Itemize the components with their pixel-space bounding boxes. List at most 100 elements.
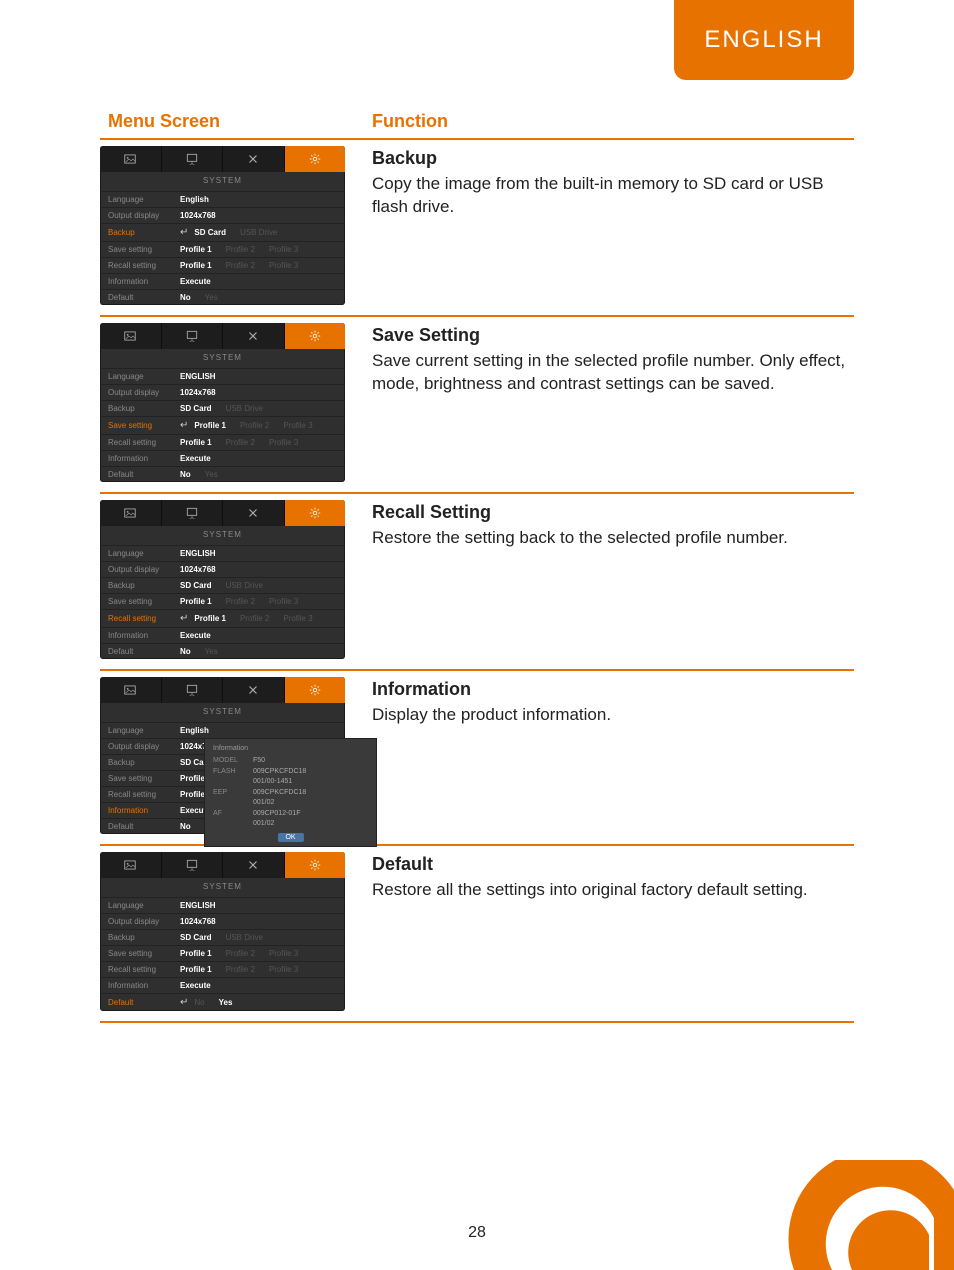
osd-lbl: Information [108, 806, 180, 815]
info-val: 009CP012-01F [253, 809, 300, 820]
osd-val: 1024x768 [180, 211, 216, 220]
col-header-menu: Menu Screen [100, 105, 364, 139]
osd-val: Profile 3 [269, 245, 298, 254]
osd-val: 1024x768 [180, 565, 216, 574]
osd-val: No [180, 647, 191, 656]
enter-arrow-icon: ↵ [180, 997, 188, 1008]
language-tab: ENGLISH [674, 0, 854, 80]
osd-tab-present [162, 146, 224, 172]
osd-lbl: Recall setting [108, 965, 180, 974]
tools-icon [246, 329, 260, 343]
osd-lbl: Language [108, 901, 180, 910]
info-val: F50 [253, 756, 265, 767]
osd-val: ENGLISH [180, 372, 216, 381]
osd-val: Profile 2 [226, 949, 255, 958]
osd-val: Profile 2 [226, 245, 255, 254]
function-title: Default [372, 854, 850, 875]
osd-val: Profile 2 [226, 597, 255, 606]
info-ok-button[interactable]: OK [277, 833, 303, 842]
osd-lbl: Language [108, 195, 180, 204]
osd-val: ENGLISH [180, 549, 216, 558]
osd-val: Profile 3 [269, 597, 298, 606]
osd-val: 1024x768 [180, 917, 216, 926]
osd-val: Profile 3 [283, 421, 312, 430]
osd-menu-save: SYSTEM LanguageENGLISH Output display102… [100, 323, 345, 482]
function-title: Save Setting [372, 325, 850, 346]
osd-val: English [180, 726, 209, 735]
osd-lbl: Information [108, 631, 180, 640]
osd-val: SD Card [180, 581, 212, 590]
osd-tab-tools [223, 323, 285, 349]
table-row: SYSTEM LanguageENGLISH Output display102… [100, 316, 854, 493]
info-key: AF [213, 809, 247, 820]
osd-val: No [180, 293, 191, 302]
enter-arrow-icon: ↵ [180, 227, 188, 238]
osd-val: Yes [205, 293, 218, 302]
osd-title: SYSTEM [100, 349, 345, 368]
osd-lbl: Language [108, 726, 180, 735]
osd-val: No [194, 998, 204, 1007]
osd-lbl: Default [108, 293, 180, 302]
osd-val: Profile 2 [240, 421, 269, 430]
gear-icon [308, 858, 322, 872]
info-val: 009CPKCFDC18 [253, 767, 306, 778]
gear-icon [308, 329, 322, 343]
osd-val: SD Card [180, 404, 212, 413]
osd-val: Execute [180, 277, 211, 286]
info-key: FLASH [213, 767, 247, 778]
osd-lbl: Default [108, 998, 180, 1007]
osd-val: SD Card [180, 933, 212, 942]
osd-tab-tools [223, 146, 285, 172]
osd-val: English [180, 195, 209, 204]
table-row: SYSTEM LanguageENGLISH Output display102… [100, 493, 854, 670]
osd-lbl: Output display [108, 388, 180, 397]
osd-menu-default: SYSTEM LanguageENGLISH Output display102… [100, 852, 345, 1011]
osd-lbl: Information [108, 454, 180, 463]
osd-lbl: Save setting [108, 421, 180, 430]
tools-icon [246, 683, 260, 697]
osd-lbl: Save setting [108, 597, 180, 606]
osd-val: Profile 3 [269, 261, 298, 270]
image-icon [123, 152, 137, 166]
tools-icon [246, 506, 260, 520]
osd-val: Profile 1 [180, 597, 212, 606]
function-desc: Display the product information. [372, 704, 850, 727]
osd-lbl: Recall setting [108, 438, 180, 447]
osd-lbl: Default [108, 822, 180, 831]
osd-val: Profile 3 [269, 949, 298, 958]
osd-val: Profile 2 [240, 614, 269, 623]
menu-function-table: Menu Screen Function [100, 105, 854, 1023]
osd-lbl: Recall setting [108, 261, 180, 270]
info-val: 001/02 [253, 798, 274, 809]
osd-lbl: Output display [108, 917, 180, 926]
osd-tab-present [162, 323, 224, 349]
function-desc: Copy the image from the built-in memory … [372, 173, 850, 219]
osd-val: Profile 1 [180, 949, 212, 958]
presentation-icon [185, 506, 199, 520]
osd-tab-tools [223, 500, 285, 526]
osd-val: Profile 1 [194, 614, 226, 623]
osd-lbl: Backup [108, 933, 180, 942]
table-row: SYSTEM LanguageEnglish Output display102… [100, 139, 854, 316]
info-popup: Information MODELF50 FLASH009CPKCFDC18 0… [205, 739, 376, 846]
osd-val: Profile 2 [226, 965, 255, 974]
brand-logo-icon [734, 1160, 954, 1270]
osd-lbl: Save setting [108, 774, 180, 783]
osd-lbl: Recall setting [108, 614, 180, 623]
info-key: MODEL [213, 756, 247, 767]
osd-title: SYSTEM [100, 526, 345, 545]
osd-val: 1024x768 [180, 388, 216, 397]
osd-val: Yes [205, 470, 218, 479]
function-title: Information [372, 679, 850, 700]
osd-tab-image [100, 852, 162, 878]
tools-icon [246, 858, 260, 872]
table-row: SYSTEM LanguageEnglish Output display102… [100, 670, 854, 845]
function-title: Recall Setting [372, 502, 850, 523]
osd-tab-settings [285, 852, 346, 878]
osd-lbl: Output display [108, 742, 180, 751]
osd-val: Profile 1 [180, 965, 212, 974]
osd-tab-image [100, 500, 162, 526]
osd-val: USB Drive [226, 404, 263, 413]
image-icon [123, 858, 137, 872]
gear-icon [308, 506, 322, 520]
